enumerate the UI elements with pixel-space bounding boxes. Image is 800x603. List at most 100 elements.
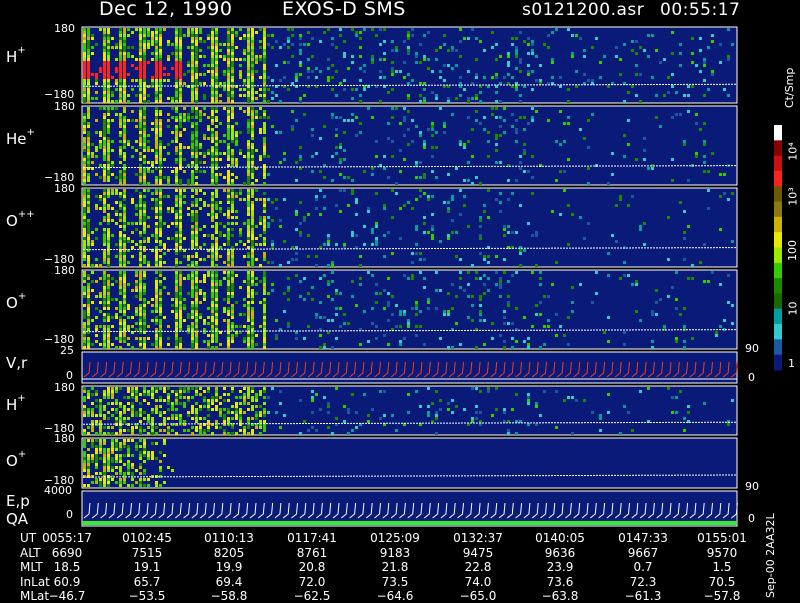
spectrogram-cell [147, 170, 150, 173]
spectrogram-cell [87, 469, 90, 472]
spectrogram-cell [103, 113, 106, 116]
spectrogram-cell [271, 125, 274, 128]
spectrogram-cell [159, 100, 162, 103]
spectrogram-cell [435, 390, 438, 393]
spectrogram-cell [327, 295, 330, 298]
spectrogram-cell [83, 439, 86, 442]
spectrogram-cell [251, 119, 254, 122]
spectrogram-cell [207, 343, 210, 346]
spectrogram-cell [143, 161, 146, 164]
spectrogram-cell [87, 243, 90, 246]
spectrogram-cell [491, 31, 494, 34]
spectrogram-cell [115, 280, 118, 283]
spectrogram-cell [123, 116, 126, 119]
spectrogram-cell [223, 408, 226, 411]
spectrogram-cell [159, 76, 162, 79]
spectrogram-cell [207, 316, 210, 319]
spectrogram-cell [131, 64, 134, 67]
spectrogram-cell [115, 210, 118, 213]
spectrogram-cell [83, 119, 86, 122]
spectrogram-cell [359, 79, 362, 82]
spectrogram-cell [351, 88, 354, 91]
spectrogram-cell [115, 307, 118, 310]
spectrogram-cell [335, 146, 338, 149]
spectrogram-cell [215, 289, 218, 292]
spectrogram-cell [263, 207, 266, 210]
spectrogram-cell [547, 119, 550, 122]
spectrogram-cell [211, 271, 214, 274]
spectrogram-cell [83, 158, 86, 161]
spectrogram-cell [543, 325, 546, 328]
spectrogram-cell [127, 472, 130, 475]
spectrogram-cell [123, 258, 126, 261]
spectrogram-cell [199, 198, 202, 201]
spectrogram-cell [111, 325, 114, 328]
spectrogram-cell [691, 264, 694, 267]
footer-cell: 69.4 [215, 574, 243, 589]
spectrogram-cell [135, 207, 138, 210]
spectrogram-cell [403, 61, 406, 64]
spectrogram-cell [227, 88, 230, 91]
spectrogram-cell [227, 173, 230, 176]
spectrogram-cell [179, 225, 182, 228]
spectrogram-cell [215, 387, 218, 390]
spectrogram-cell [131, 246, 134, 249]
spectrogram-cell [251, 310, 254, 313]
spectrogram-cell [211, 322, 214, 325]
spectrogram-cell [687, 85, 690, 88]
spectrogram-cell [143, 67, 146, 70]
spectrogram-cell [83, 316, 86, 319]
spectrogram-cell [711, 271, 714, 274]
spectrogram-cell [195, 107, 198, 110]
spectrogram-cell [371, 28, 374, 31]
spectrogram-cell [303, 94, 306, 97]
spectrogram-cell [231, 304, 234, 307]
spectrogram-cell [451, 219, 454, 222]
spectrogram-cell [107, 49, 110, 52]
spectrogram-cell [139, 110, 142, 113]
spectrogram-cell [195, 255, 198, 258]
spectrogram-cell [91, 457, 94, 460]
spectrogram-cell [215, 420, 218, 423]
spectrogram-cell [263, 149, 266, 152]
spectrogram-cell [507, 179, 510, 182]
spectrogram-cell [231, 292, 234, 295]
spectrogram-cell [215, 131, 218, 134]
spectrogram-cell [143, 134, 146, 137]
spectrogram-cell [223, 429, 226, 432]
spectrogram-cell [139, 222, 142, 225]
spectrogram-cell [211, 243, 214, 246]
spectrogram-cell [83, 88, 86, 91]
spectrogram-cell [563, 334, 566, 337]
spectrogram-cell [427, 301, 430, 304]
spectrogram-cell [175, 61, 178, 64]
spectrogram-cell [363, 70, 366, 73]
spectrogram-cell [243, 411, 246, 414]
spectrogram-cell [427, 31, 430, 34]
spectrogram-cell [415, 52, 418, 55]
spectrogram-cell [423, 140, 426, 143]
spectrogram-cell [331, 43, 334, 46]
spectrogram-cell [215, 164, 218, 167]
spectrogram-cell [191, 125, 194, 128]
spectrogram-cell [83, 100, 86, 103]
spectrogram-cell [95, 460, 98, 463]
spectrogram-cell [107, 454, 110, 457]
spectrogram-cell [683, 340, 686, 343]
spectrogram-cell [675, 113, 678, 116]
spectrogram-cell [231, 405, 234, 408]
spectrogram-cell [303, 337, 306, 340]
spectrogram-cell [159, 58, 162, 61]
spectrogram-cell [107, 243, 110, 246]
spectrogram-cell [331, 116, 334, 119]
spectrogram-cell [339, 158, 342, 161]
spectrogram-cell [87, 49, 90, 52]
spectrogram-cell [183, 277, 186, 280]
spectrogram-cell [195, 116, 198, 119]
spectrogram-cell [179, 420, 182, 423]
spectrogram-cell [363, 225, 366, 228]
spectrogram-cell [103, 469, 106, 472]
spectrogram-cell [231, 46, 234, 49]
spectrogram-cell [407, 319, 410, 322]
spectrogram-cell [195, 164, 198, 167]
